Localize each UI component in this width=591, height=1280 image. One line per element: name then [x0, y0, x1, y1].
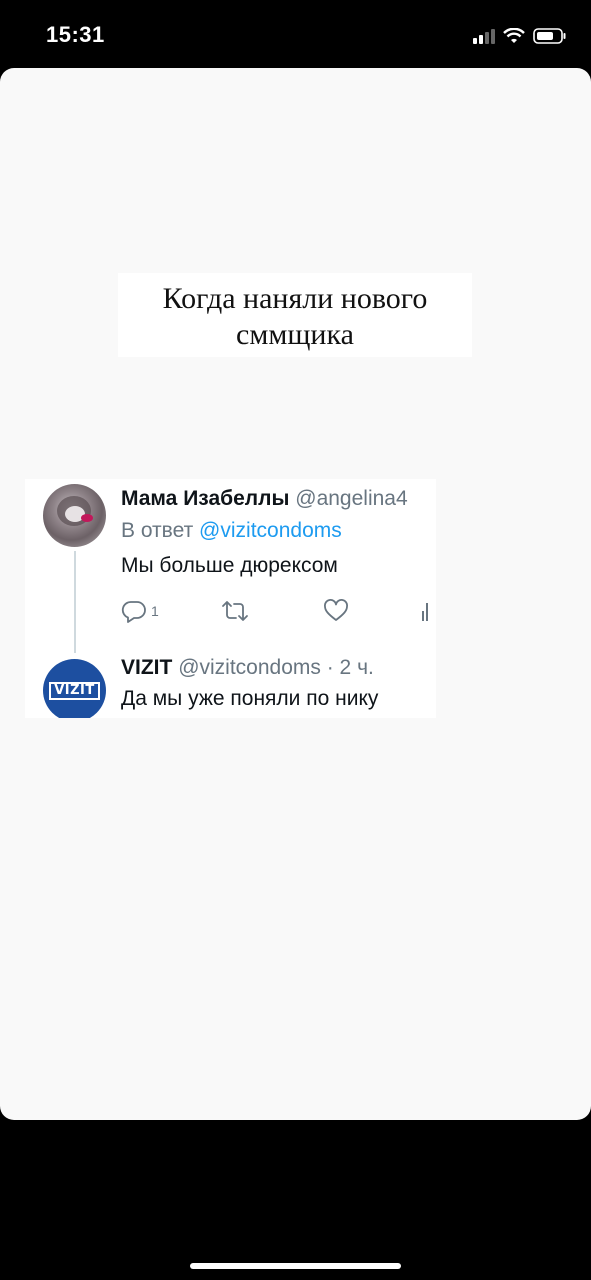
caption-line-2: сммщика [236, 318, 354, 351]
reply-author-handle[interactable]: @vizitcondoms [178, 656, 321, 679]
caption-line-1: Когда наняли нового [162, 282, 428, 315]
status-icons [473, 26, 567, 46]
status-time: 15:31 [46, 22, 105, 47]
battery-icon [533, 28, 566, 44]
retweet-button[interactable] [221, 599, 249, 623]
reply-icon [121, 601, 146, 623]
signal-icon [473, 29, 495, 44]
wifi-icon [503, 28, 525, 43]
author-name[interactable]: Мама Изабеллы [121, 487, 289, 510]
author-handle[interactable]: @angelina4 [295, 487, 407, 510]
reply-header: VIZIT @vizitcondoms · 2 ч. [121, 656, 374, 680]
vizit-avatar: VIZIT [43, 659, 106, 718]
home-indicator[interactable] [190, 1263, 401, 1269]
views-icon [422, 603, 428, 621]
retweet-icon [222, 601, 248, 621]
tweet-screenshot: Мама Изабеллы @angelina4 В ответ @vizitc… [25, 479, 436, 718]
story-card: Когда наняли нового сммщика Мама Изабелл… [0, 68, 591, 1120]
like-button[interactable] [323, 599, 349, 623]
tweet-text: Мы больше дюрексом [121, 554, 338, 577]
like-icon [324, 599, 348, 621]
reply-context: В ответ @vizitcondoms [121, 519, 342, 543]
caption: Когда наняли нового сммщика [118, 273, 472, 357]
reply-author-name[interactable]: VIZIT [121, 656, 172, 679]
reply-time: · 2 ч. [326, 656, 374, 679]
reply-button[interactable]: 1 [121, 599, 159, 623]
reply-text: Да мы уже поняли по нику [121, 687, 379, 710]
reply-to-link[interactable]: @vizitcondoms [199, 519, 342, 542]
reply-prefix: В ответ [121, 519, 194, 542]
vizit-logo: VIZIT [49, 681, 100, 700]
status-bar: 15:31 [0, 0, 591, 68]
views-button[interactable] [421, 599, 431, 623]
tweet-actions: 1 [121, 599, 436, 629]
thread-line [74, 551, 76, 653]
tweet-header: Мама Изабеллы @angelina4 [121, 487, 408, 511]
user-avatar [43, 484, 106, 547]
reply-count: 1 [151, 603, 159, 619]
